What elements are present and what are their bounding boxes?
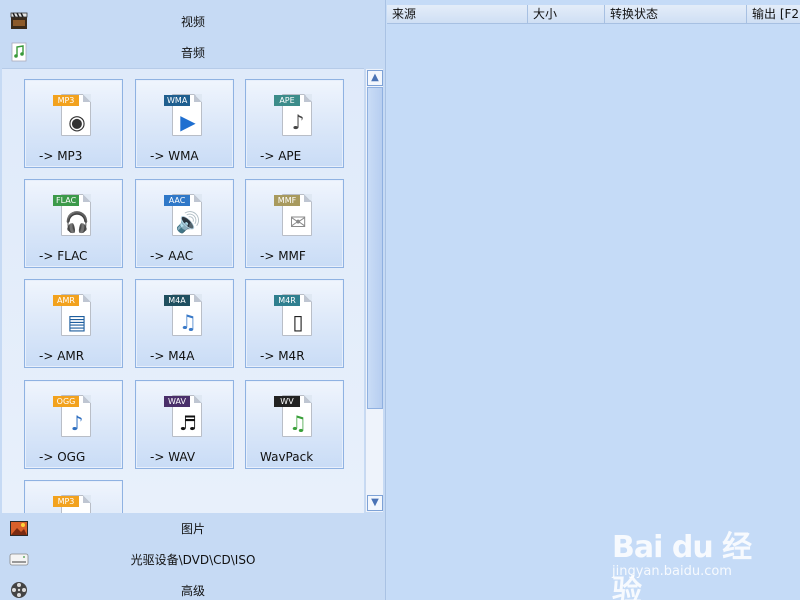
device-icon: ▤: [67, 310, 87, 334]
scroll-thumb[interactable]: [367, 87, 383, 409]
task-list-header: 来源 大小 转换状态 输出 [F2]: [387, 5, 800, 24]
format-tile-amr[interactable]: AMR ▤ -> AMR: [24, 279, 123, 368]
format-tile-label: -> M4A: [150, 349, 195, 363]
format-tile-label: -> WMA: [150, 149, 199, 163]
category-picture[interactable]: 图片: [0, 512, 386, 543]
format-tile-label: -> M4R: [260, 349, 305, 363]
phone-icon: ▯: [292, 310, 304, 334]
play-icon: ▶: [180, 110, 196, 134]
headphones-icon: ♪: [291, 110, 305, 134]
category-audio-label: 音频: [180, 46, 205, 60]
format-badge: MMF: [274, 195, 300, 206]
format-badge: WV: [274, 396, 300, 407]
format-badge: MP3: [53, 95, 79, 106]
category-video-label: 视频: [180, 15, 205, 29]
format-tile-m4a[interactable]: M4A ♫ -> M4A: [135, 279, 234, 368]
format-tile-mmf[interactable]: MMF ✉ -> MMF: [245, 179, 344, 268]
speaker-icon: ◉: [68, 110, 86, 134]
format-tile-label: -> WAV: [150, 450, 196, 464]
format-badge: WAV: [164, 396, 190, 407]
format-tile-wavpack[interactable]: WV ♫ WavPack: [245, 380, 344, 469]
category-picture-label: 图片: [180, 522, 205, 536]
format-tile-label: WavPack: [260, 450, 314, 464]
category-audio[interactable]: 音频: [0, 36, 386, 67]
scroll-down-button[interactable]: ▼: [367, 495, 383, 511]
category-advanced-label: 高级: [180, 584, 205, 598]
music-note-green-icon: ♫: [289, 411, 307, 435]
format-tile-mp3[interactable]: MP3 ◉ -> MP3: [24, 79, 123, 168]
format-badge: AAC: [164, 195, 190, 206]
format-tile-m4r[interactable]: M4R ▯ -> M4R: [245, 279, 344, 368]
format-badge: FLAC: [53, 195, 80, 206]
format-tile-ogg[interactable]: OGG ♪ -> OGG: [24, 380, 123, 469]
format-tile-aac[interactable]: AAC 🔊 -> AAC: [135, 179, 234, 268]
format-badge: AMR: [53, 295, 79, 306]
format-tile-label: -> AAC: [150, 249, 194, 263]
music-note-icon: ♪: [70, 411, 84, 435]
category-rom-label: 光驱设备\DVD\CD\ISO: [130, 553, 256, 567]
format-badge: APE: [274, 95, 300, 106]
format-tile-label: -> MMF: [260, 249, 306, 263]
speaker-sound-icon: 🔊: [175, 210, 201, 234]
column-header-size[interactable]: 大小: [528, 5, 605, 24]
format-badge: WMA: [164, 95, 191, 106]
music-disc-icon: ♫: [179, 310, 197, 334]
category-video[interactable]: 视频: [0, 5, 386, 36]
format-tile-wav[interactable]: WAV ♬ -> WAV: [135, 380, 234, 469]
format-badge: OGG: [53, 396, 79, 407]
baidu-jingyan-watermark: Bai du 经验 jingyan.baidu.com: [612, 514, 762, 600]
watermark-brand: Bai du 经验: [612, 530, 752, 600]
format-tile-label: -> AMR: [39, 349, 85, 363]
format-tile-wma[interactable]: WMA ▶ -> WMA: [135, 79, 234, 168]
format-badge: M4A: [164, 295, 190, 306]
format-tile-flac[interactable]: FLAC 🎧 -> FLAC: [24, 179, 123, 268]
task-list-panel: 来源 大小 转换状态 输出 [F2]: [387, 0, 800, 600]
format-tile-label: -> OGG: [39, 450, 86, 464]
category-advanced[interactable]: 高级: [0, 574, 386, 600]
scroll-up-button[interactable]: ▲: [367, 70, 383, 86]
conversion-type-panel: 视频 音频 MP3 ◉ -> MP3 WMA ▶ -> WMA APE ♪ ->…: [0, 0, 386, 600]
format-badge: M4R: [274, 295, 300, 306]
column-header-output[interactable]: 输出 [F2]: [747, 5, 800, 24]
category-rom-device[interactable]: 光驱设备\DVD\CD\ISO: [0, 543, 386, 574]
watermark-url: jingyan.baidu.com: [612, 564, 732, 579]
envelope-icon: ✉: [289, 210, 307, 234]
column-header-source[interactable]: 来源: [387, 5, 528, 24]
column-header-status[interactable]: 转换状态: [605, 5, 747, 24]
grid-scrollbar[interactable]: ▲ ▼: [365, 69, 383, 512]
format-badge: MP3: [53, 496, 79, 507]
headset-icon: 🎧: [64, 210, 90, 234]
audio-format-grid: MP3 ◉ -> MP3 WMA ▶ -> WMA APE ♪ -> APE F…: [2, 68, 364, 513]
format-tile-label: -> APE: [260, 149, 302, 163]
format-tile-mp3-partial[interactable]: MP3: [24, 480, 123, 513]
format-tile-label: -> FLAC: [39, 249, 88, 263]
music-notes-icon: ♬: [179, 411, 197, 435]
format-tile-label: -> MP3: [39, 149, 83, 163]
format-tile-ape[interactable]: APE ♪ -> APE: [245, 79, 344, 168]
